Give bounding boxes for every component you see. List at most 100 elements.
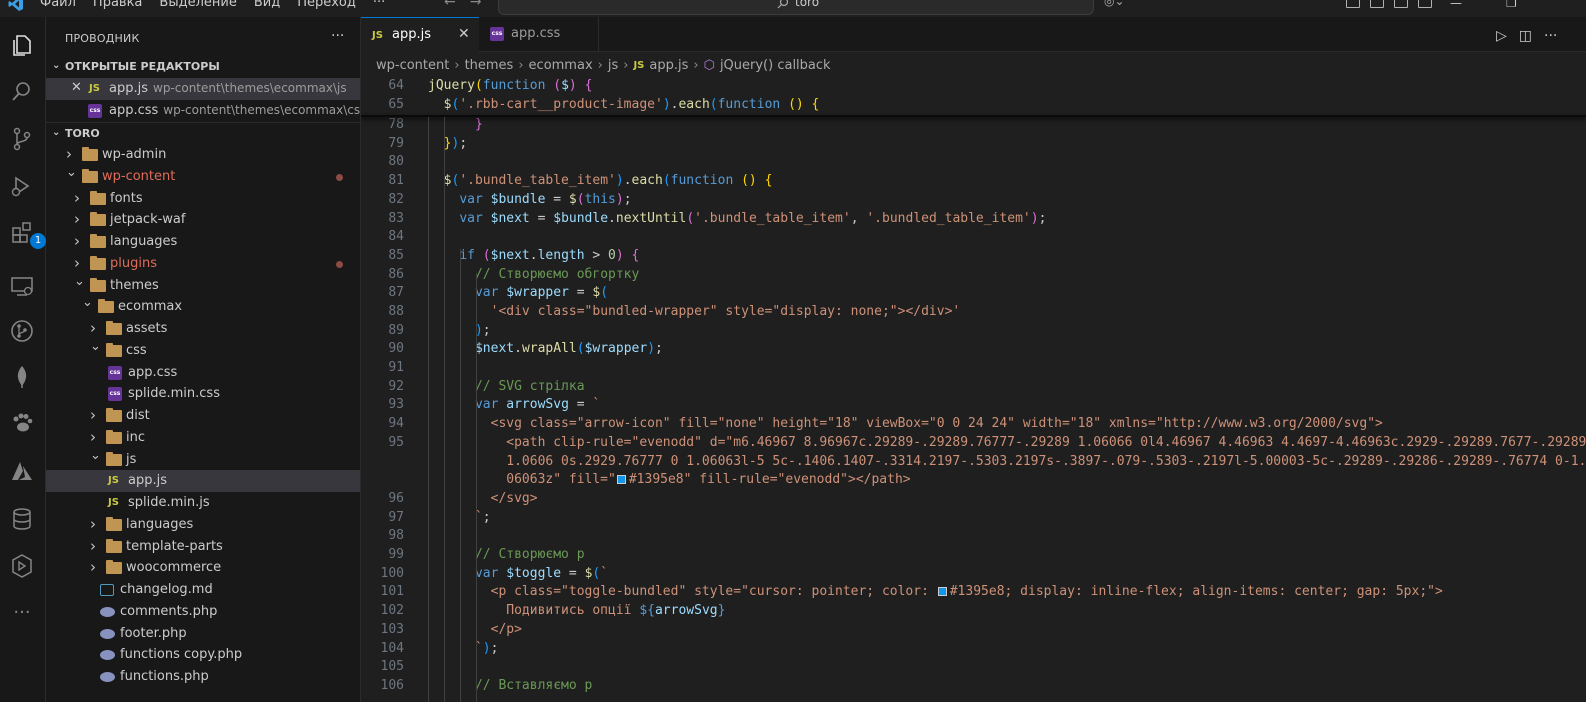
code-line[interactable]: var $next = $bundle.nextUntil('.bundle_t… (428, 211, 1046, 226)
copilot-icon[interactable]: ◎⌄ (1104, 0, 1134, 10)
tree-folder[interactable]: › template-parts (46, 536, 360, 558)
toggle-panel-icon[interactable] (1394, 0, 1408, 8)
tree-file[interactable]: functions.php (46, 666, 360, 688)
tree-folder[interactable]: › dist (46, 405, 360, 427)
chevron-right-icon: › (90, 428, 96, 446)
open-editors-section[interactable]: ⌄ ОТКРЫТЫЕ РЕДАКТОРЫ (46, 56, 360, 78)
tree-folder[interactable]: ⌄ themes (46, 274, 360, 297)
workspace-section[interactable]: ⌄ TORO (46, 122, 360, 144)
azure-icon[interactable] (8, 457, 36, 485)
tree-file[interactable]: css splide.min.css (46, 383, 360, 405)
breadcrumb-item[interactable]: jQuery() callback (720, 58, 831, 73)
extensions-icon[interactable]: 1 (8, 219, 46, 249)
close-icon[interactable]: ✕ (458, 26, 470, 42)
code-line[interactable]: // Вставляємо p (428, 678, 592, 693)
layout-customize-icon[interactable] (1346, 0, 1360, 8)
tree-folder[interactable]: ⌄ ecommax (46, 295, 360, 318)
code-line[interactable]: }); (428, 136, 467, 151)
open-editor-item[interactable]: ✕ JS app.js wp-content\themes\ecommax\js (46, 78, 360, 100)
more-actions-icon[interactable]: ··· (1544, 28, 1557, 44)
menu-go[interactable]: Переход (297, 0, 356, 10)
tree-folder[interactable]: › languages (46, 514, 360, 536)
code-line[interactable]: var arrowSvg = ` (428, 397, 600, 412)
mongodb-leaf-icon[interactable] (8, 363, 36, 391)
command-center-search[interactable]: toro (498, 0, 1094, 15)
code-editor[interactable]: 64 jQuery(function ($) {65 $('.rbb-cart__… (361, 77, 1586, 702)
breadcrumb-item[interactable]: themes (465, 58, 514, 73)
run-icon[interactable]: ▷ (1496, 28, 1507, 44)
forward-arrow-icon[interactable]: → (470, 0, 482, 10)
breadcrumb-item[interactable]: js (608, 58, 618, 73)
menu-selection[interactable]: Выделение (159, 0, 236, 10)
code-line[interactable]: <p class="toggle-bundled" style="cursor:… (428, 584, 1443, 599)
tree-file[interactable]: comments.php (46, 601, 360, 623)
tree-folder[interactable]: › plugins (46, 253, 360, 275)
tree-item-label: plugins (110, 256, 157, 271)
run-debug-icon[interactable] (8, 172, 36, 200)
cube-icon[interactable] (8, 552, 36, 580)
tree-folder[interactable]: › wp-admin (46, 144, 360, 166)
breadcrumb-item[interactable]: wp-content (376, 58, 449, 73)
code-line[interactable]: Подивитись опції ${arrowSvg} (428, 603, 725, 618)
tree-folder[interactable]: ⌄ wp-content (46, 165, 360, 188)
git-graph-icon[interactable] (8, 317, 36, 345)
tree-folder[interactable]: › jetpack-waf (46, 209, 360, 231)
code-line[interactable]: 06063z" fill=" #1395e8" fill-rule="evenod… (428, 472, 910, 487)
code-line[interactable]: // Створюємо p (428, 547, 585, 562)
open-editor-item[interactable]: css app.css wp-content\themes\ecommax\css (46, 100, 360, 122)
tree-folder[interactable]: › languages (46, 231, 360, 253)
source-control-icon[interactable] (8, 125, 36, 153)
tree-folder[interactable]: › assets (46, 318, 360, 340)
code-line[interactable]: `); (428, 641, 499, 656)
breadcrumb-item[interactable]: app.js (649, 58, 688, 73)
explorer-more-actions-icon[interactable]: ··· (331, 28, 344, 44)
code-line[interactable]: '<div class="bundled-wrapper" style="dis… (428, 304, 961, 319)
tree-folder[interactable]: › woocommerce (46, 557, 360, 579)
remote-explorer-icon[interactable] (8, 272, 36, 300)
explorer-icon[interactable] (8, 31, 36, 59)
code-line[interactable]: $('.bundle_table_item').each(function ()… (428, 173, 773, 188)
tree-file[interactable]: JS app.js (46, 470, 360, 492)
code-line[interactable]: $next.wrapAll($wrapper); (428, 341, 663, 356)
tree-folder[interactable]: › inc (46, 427, 360, 449)
menu-file[interactable]: Файл (40, 0, 76, 10)
code-line[interactable]: <svg class="arrow-icon" fill="none" heig… (428, 416, 1383, 431)
toggle-secondary-sidebar-icon[interactable] (1418, 0, 1432, 8)
code-line[interactable]: // SVG стрілка (428, 379, 585, 394)
tab-app-css[interactable]: css app.css (479, 17, 599, 52)
minimize-icon[interactable]: — (1450, 0, 1462, 10)
tree-file[interactable]: footer.php (46, 623, 360, 645)
code-line[interactable]: var $toggle = $(` (428, 566, 608, 581)
search-view-icon[interactable] (8, 78, 36, 106)
menu-edit[interactable]: Правка (93, 0, 142, 10)
nav-arrows: ← → (444, 0, 481, 10)
code-line[interactable]: } (428, 117, 483, 132)
tree-folder[interactable]: › fonts (46, 188, 360, 210)
menu-more[interactable]: ··· (373, 0, 385, 10)
maximize-icon[interactable]: ❐ (1506, 0, 1517, 10)
split-editor-icon[interactable]: ◫ (1519, 28, 1532, 44)
tree-file[interactable]: functions copy.php (46, 644, 360, 666)
breadcrumb-item[interactable]: ecommax (529, 58, 593, 73)
code-line[interactable]: </p> (428, 622, 522, 637)
code-line[interactable]: jQuery(function ($) { (428, 78, 592, 93)
paw-icon[interactable] (8, 409, 36, 437)
toggle-sidebar-icon[interactable] (1370, 0, 1384, 8)
code-line[interactable]: var $wrapper = $( (428, 285, 608, 300)
close-icon[interactable]: ✕ (71, 80, 82, 95)
code-line[interactable]: 1.0606 0s.2929.76777 0 1.06063l-5 5c-.14… (428, 454, 1586, 469)
back-arrow-icon[interactable]: ← (444, 0, 456, 10)
database-icon[interactable] (8, 505, 36, 533)
tree-file[interactable]: css app.css (46, 362, 360, 384)
vscode-logo-icon[interactable] (8, 0, 24, 12)
more-views-icon[interactable]: ··· (8, 602, 36, 630)
tree-file[interactable]: JS splide.min.js (46, 492, 360, 514)
menu-view[interactable]: Вид (254, 0, 280, 10)
tab-app-js[interactable]: JS app.js ✕ (361, 17, 479, 52)
tree-folder[interactable]: ⌄ css (46, 339, 360, 362)
code-line[interactable]: $('.rbb-cart__product-image').each(funct… (428, 97, 820, 112)
tree-folder[interactable]: ⌄ js (46, 448, 360, 471)
code-line[interactable]: <path clip-rule="evenodd" d="m6.46967 8.… (428, 435, 1586, 450)
tree-file[interactable]: changelog.md (46, 579, 360, 601)
code-line[interactable]: var $bundle = $(this); (428, 192, 631, 207)
